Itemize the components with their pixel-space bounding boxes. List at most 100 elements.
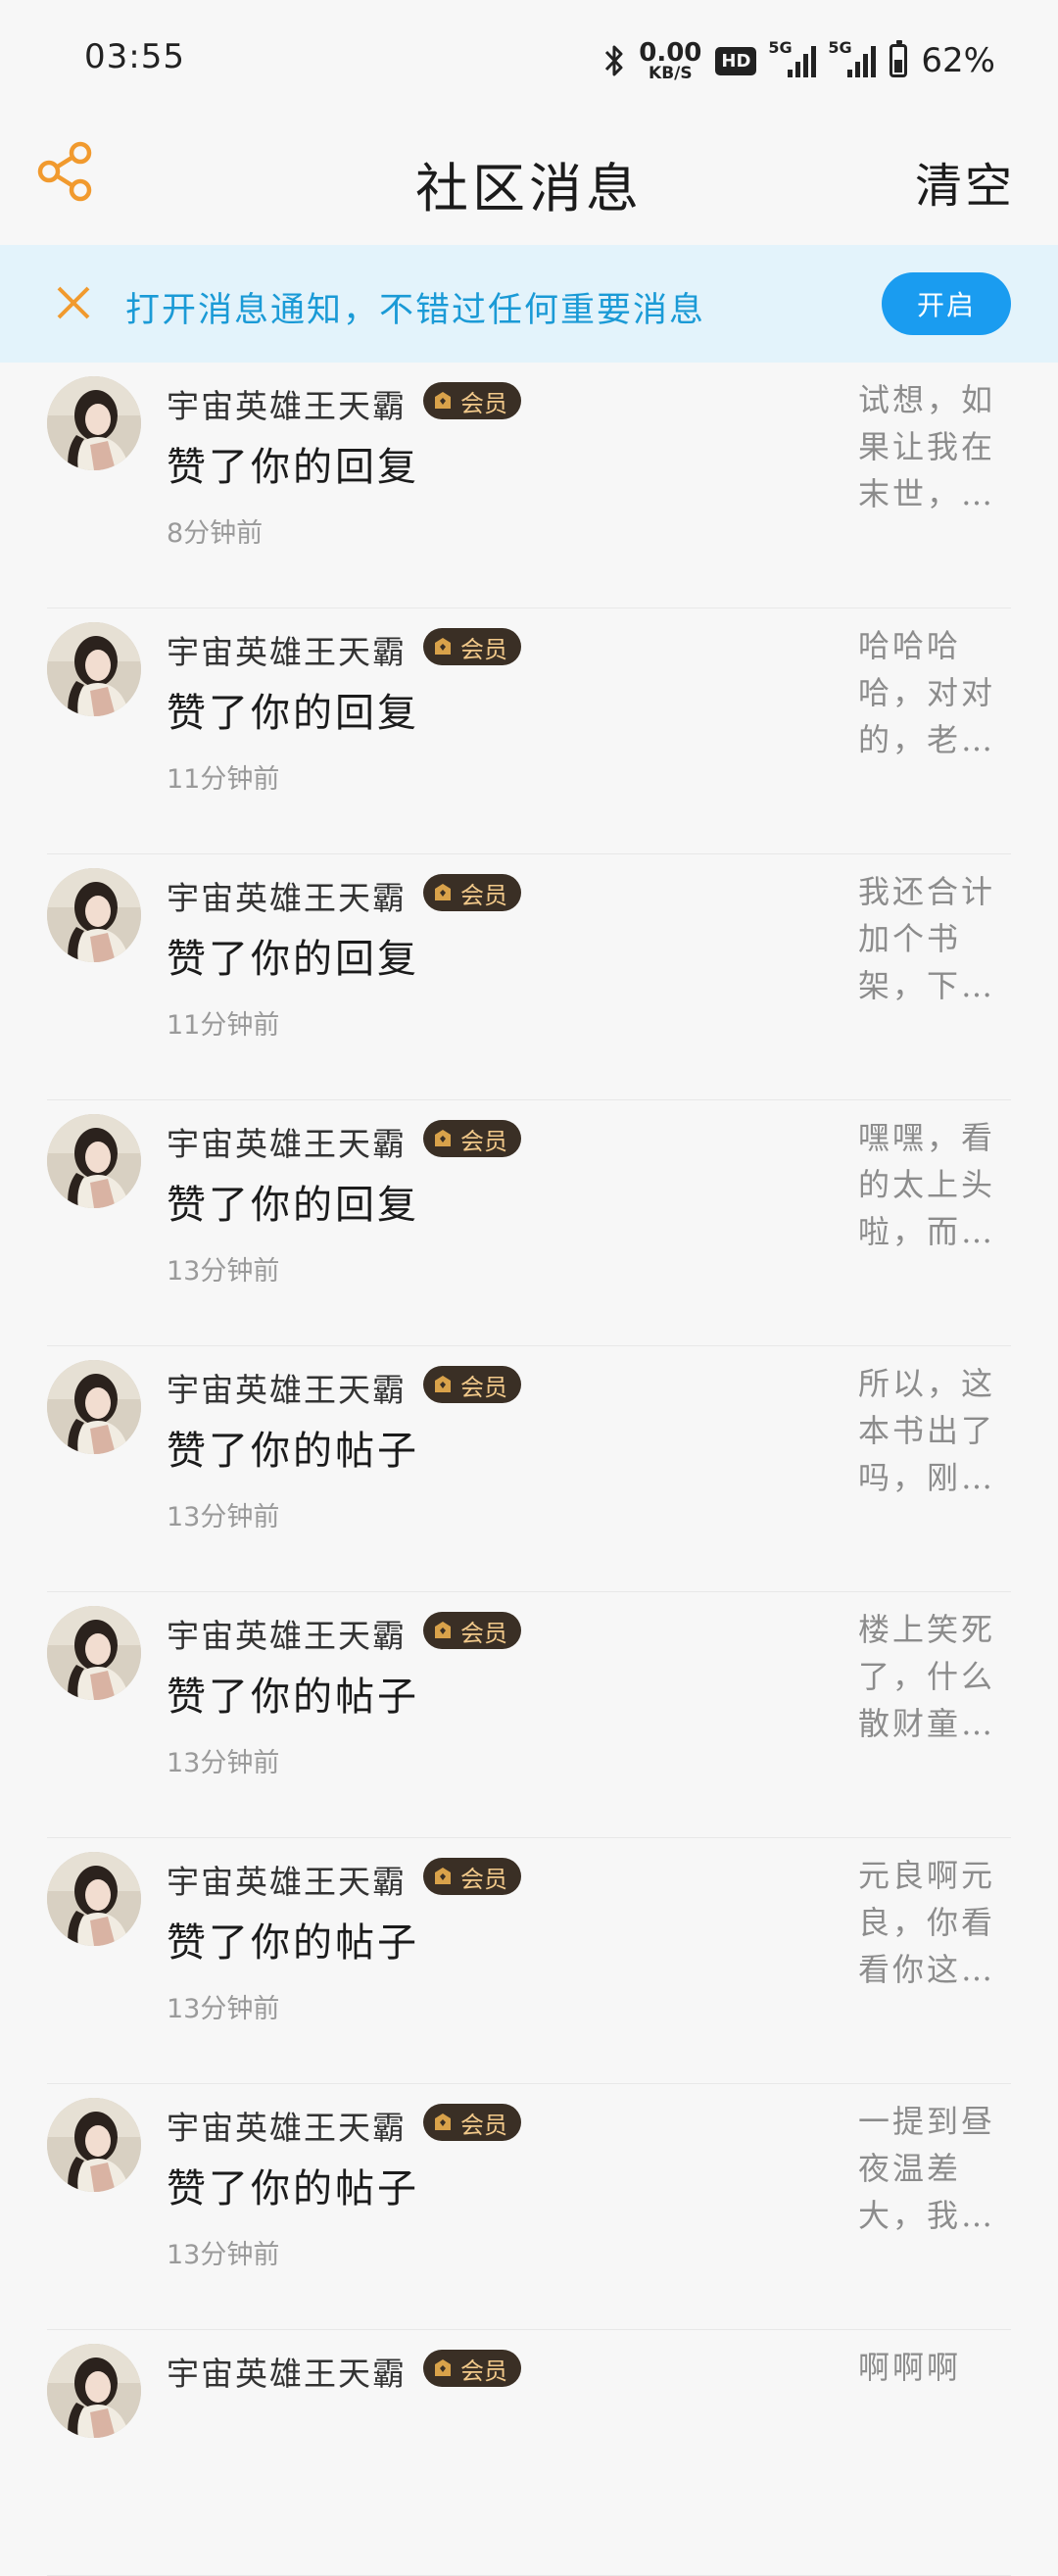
user-name[interactable]: 宇宙英雄王天霸 bbox=[167, 1364, 407, 1411]
avatar[interactable] bbox=[47, 376, 141, 470]
vip-badge: 会员 bbox=[423, 1612, 521, 1649]
content-preview[interactable]: 一提到昼夜温差大，我… bbox=[858, 2098, 1005, 2239]
vip-badge: 会员 bbox=[423, 1366, 521, 1403]
network-speed-unit: KB/S bbox=[649, 63, 693, 83]
avatar-image bbox=[47, 622, 141, 716]
vip-badge: 会员 bbox=[423, 874, 521, 911]
content-preview[interactable]: 楼上笑死了，什么散财童… bbox=[858, 1606, 1005, 1747]
user-name[interactable]: 宇宙英雄王天霸 bbox=[167, 872, 407, 919]
message-item[interactable]: 宇宙英雄王天霸 会员 赞了你的回复 11分钟前 哈哈哈哈，对对的，老… bbox=[0, 608, 1058, 854]
user-name[interactable]: 宇宙英雄王天霸 bbox=[167, 626, 407, 673]
action-text: 赞了你的帖子 bbox=[167, 1429, 419, 1474]
message-time: 8分钟前 bbox=[167, 518, 264, 549]
crown-icon bbox=[435, 638, 451, 655]
message-list: 宇宙英雄王天霸 会员 赞了你的回复 8分钟前 试想，如果让我在末世，… 宇宙英雄… bbox=[0, 363, 1058, 2576]
content-preview[interactable]: 哈哈哈哈，对对的，老… bbox=[858, 622, 1005, 763]
avatar[interactable] bbox=[47, 1114, 141, 1208]
message-time: 13分钟前 bbox=[167, 1994, 280, 2024]
content-preview[interactable]: 我还合计加个书架，下… bbox=[858, 868, 1005, 1009]
status-icons: 0.00 KB/S HD 5G 5G 62% bbox=[603, 35, 995, 86]
crown-icon bbox=[435, 392, 451, 409]
battery-icon bbox=[890, 40, 908, 77]
hd-voice-icon: HD bbox=[715, 46, 757, 75]
notification-text: 打开消息通知，不错过任何重要消息 bbox=[125, 291, 706, 330]
user-name[interactable]: 宇宙英雄王天霸 bbox=[167, 1610, 407, 1657]
vip-badge-label: 会员 bbox=[460, 1373, 507, 1401]
vip-badge: 会员 bbox=[423, 382, 521, 419]
avatar-image bbox=[47, 1852, 141, 1946]
vip-badge: 会员 bbox=[423, 2350, 521, 2387]
avatar[interactable] bbox=[47, 2098, 141, 2192]
avatar[interactable] bbox=[47, 2344, 141, 2438]
user-name[interactable]: 宇宙英雄王天霸 bbox=[167, 1118, 407, 1165]
avatar-image bbox=[47, 376, 141, 470]
vip-badge: 会员 bbox=[423, 1120, 521, 1157]
content-preview[interactable]: 嘿嘿，看的太上头啦，而… bbox=[858, 1114, 1005, 1255]
user-name[interactable]: 宇宙英雄王天霸 bbox=[167, 2348, 407, 2395]
message-time: 13分钟前 bbox=[167, 2240, 280, 2270]
action-text: 赞了你的帖子 bbox=[167, 1920, 419, 1966]
vip-badge-label: 会员 bbox=[460, 2357, 507, 2385]
avatar-image bbox=[47, 1114, 141, 1208]
signal-icon-sim2: 5G bbox=[828, 38, 877, 77]
message-item[interactable]: 宇宙英雄王天霸 会员 赞了你的帖子 13分钟前 所以，这本书出了吗，刚… bbox=[0, 1346, 1058, 1592]
avatar-image bbox=[47, 868, 141, 962]
crown-icon bbox=[435, 1622, 451, 1638]
clear-button[interactable]: 清空 bbox=[915, 147, 1015, 216]
page-title: 社区消息 bbox=[415, 158, 643, 219]
enable-notifications-button[interactable]: 开启 bbox=[882, 272, 1011, 335]
content-preview[interactable]: 试想，如果让我在末世，… bbox=[858, 376, 1005, 517]
battery-percent: 62% bbox=[921, 41, 995, 80]
content-preview[interactable]: 啊啊啊 bbox=[858, 2344, 1005, 2391]
avatar-image bbox=[47, 2098, 141, 2192]
crown-icon bbox=[435, 2359, 451, 2376]
notification-banner: 打开消息通知，不错过任何重要消息 开启 bbox=[0, 245, 1058, 363]
content-preview[interactable]: 元良啊元良，你看看你这… bbox=[858, 1852, 1005, 1993]
avatar-image bbox=[47, 2344, 141, 2438]
vip-badge: 会员 bbox=[423, 628, 521, 665]
signal-icon-sim1: 5G bbox=[768, 38, 817, 77]
message-item[interactable]: 宇宙英雄王天霸 会员 赞了你的帖子 13分钟前 元良啊元良，你看看你这… bbox=[0, 1838, 1058, 2084]
vip-badge-label: 会员 bbox=[460, 1127, 507, 1155]
vip-badge-label: 会员 bbox=[460, 1619, 507, 1647]
user-name[interactable]: 宇宙英雄王天霸 bbox=[167, 1856, 407, 1903]
message-item[interactable]: 宇宙英雄王天霸 会员 赞了你的回复 8分钟前 试想，如果让我在末世，… bbox=[0, 363, 1058, 608]
action-text: 赞了你的回复 bbox=[167, 1183, 419, 1228]
message-item[interactable]: 宇宙英雄王天霸 会员 赞了你的回复 13分钟前 嘿嘿，看的太上头啦，而… bbox=[0, 1100, 1058, 1346]
content-preview[interactable]: 所以，这本书出了吗，刚… bbox=[858, 1360, 1005, 1501]
user-name[interactable]: 宇宙英雄王天霸 bbox=[167, 380, 407, 427]
message-item[interactable]: 宇宙英雄王天霸 会员 啊啊啊 bbox=[0, 2330, 1058, 2576]
status-bar: 03:55 0.00 KB/S HD 5G 5G 62% bbox=[0, 0, 1058, 116]
crown-icon bbox=[435, 1376, 451, 1392]
message-item[interactable]: 宇宙英雄王天霸 会员 赞了你的回复 11分钟前 我还合计加个书架，下… bbox=[0, 854, 1058, 1100]
vip-badge: 会员 bbox=[423, 1858, 521, 1895]
crown-icon bbox=[435, 2114, 451, 2130]
header: 社区消息 清空 bbox=[0, 116, 1058, 245]
action-text: 赞了你的回复 bbox=[167, 937, 419, 982]
avatar[interactable] bbox=[47, 1606, 141, 1700]
network-speed: 0.00 KB/S bbox=[639, 40, 701, 82]
message-time: 11分钟前 bbox=[167, 764, 280, 795]
message-time: 11分钟前 bbox=[167, 1010, 280, 1041]
avatar[interactable] bbox=[47, 868, 141, 962]
action-text: 赞了你的帖子 bbox=[167, 2166, 419, 2211]
user-name[interactable]: 宇宙英雄王天霸 bbox=[167, 2102, 407, 2149]
vip-badge-label: 会员 bbox=[460, 635, 507, 663]
message-time: 13分钟前 bbox=[167, 1256, 280, 1287]
avatar[interactable] bbox=[47, 622, 141, 716]
avatar[interactable] bbox=[47, 1360, 141, 1454]
vip-badge: 会员 bbox=[423, 2104, 521, 2141]
vip-badge-label: 会员 bbox=[460, 2111, 507, 2139]
crown-icon bbox=[435, 1868, 451, 1884]
message-item[interactable]: 宇宙英雄王天霸 会员 赞了你的帖子 13分钟前 一提到昼夜温差大，我… bbox=[0, 2084, 1058, 2330]
avatar[interactable] bbox=[47, 1852, 141, 1946]
crown-icon bbox=[435, 884, 451, 900]
status-time: 03:55 bbox=[84, 37, 185, 76]
close-icon[interactable] bbox=[51, 280, 96, 325]
bluetooth-icon bbox=[605, 45, 623, 76]
avatar-image bbox=[47, 1360, 141, 1454]
message-item[interactable]: 宇宙英雄王天霸 会员 赞了你的帖子 13分钟前 楼上笑死了，什么散财童… bbox=[0, 1592, 1058, 1838]
avatar-image bbox=[47, 1606, 141, 1700]
network-speed-value: 0.00 bbox=[639, 37, 702, 68]
signal-5g-label: 5G bbox=[828, 38, 852, 57]
